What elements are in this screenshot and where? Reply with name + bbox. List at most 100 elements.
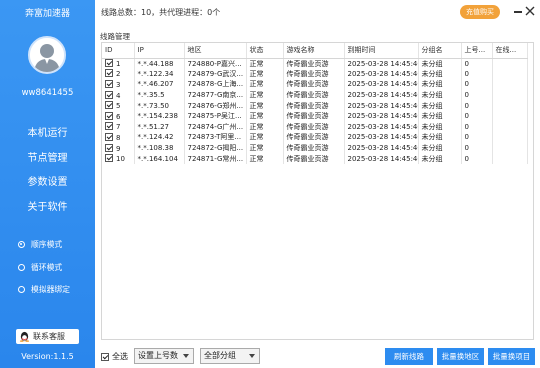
- group-cell: 未分组: [418, 132, 462, 143]
- mode-emulator-binding[interactable]: 模拟器绑定: [18, 284, 70, 295]
- table-row[interactable]: 7 *.*.51.27 724874-G广州... 正常 传奇霸业页游 2025-03-2…: [102, 121, 528, 133]
- row-id-label: 9: [116, 144, 121, 153]
- batch-switch-region-button[interactable]: 批量换地区: [437, 348, 484, 365]
- nav-parameter-settings[interactable]: 参数设置: [0, 173, 95, 188]
- column-header[interactable]: 到期时间: [344, 43, 419, 59]
- batch-switch-project-button[interactable]: 批量换项目: [488, 348, 535, 365]
- expiry-cell: 2025-03-28 14:45:46: [344, 142, 419, 154]
- group-cell: 未分组: [418, 142, 462, 154]
- nav-node-management[interactable]: 节点管理: [0, 149, 95, 164]
- row-id-label: 4: [116, 91, 121, 100]
- group-filter-select[interactable]: 全部分组: [200, 348, 260, 364]
- row-id-label: 6: [116, 112, 121, 121]
- row-checkbox[interactable]: [105, 59, 113, 68]
- refresh-lines-button[interactable]: 刷新线路: [385, 348, 433, 365]
- online-cell: [492, 58, 528, 69]
- close-icon[interactable]: [524, 5, 536, 17]
- expiry-cell: 2025-03-28 14:45:46: [344, 89, 419, 101]
- table-row[interactable]: 3 *.*.46.207 724878-G上海... 正常 传奇霸业页游 2025-03-…: [102, 79, 528, 90]
- status-cell: 正常: [246, 79, 284, 90]
- row-checkbox[interactable]: [105, 101, 113, 110]
- online-cell: [492, 132, 528, 143]
- app-title: 奔富加速器: [24, 9, 70, 19]
- nav-local-run[interactable]: 本机运行: [0, 124, 95, 139]
- mode-sequential[interactable]: 顺序模式: [18, 239, 62, 250]
- group-cell: 未分组: [418, 110, 462, 122]
- login-count-cell: 0: [461, 132, 493, 143]
- status-cell: 正常: [246, 89, 284, 101]
- expiry-cell: 2025-03-28 14:45:46: [344, 100, 419, 111]
- mode-loop-label: 循环模式: [31, 263, 63, 272]
- contact-support-button[interactable]: 联系客服: [16, 329, 79, 344]
- status-cell: 正常: [246, 142, 284, 154]
- region-cell: 724875-P吴江...: [184, 110, 247, 122]
- radio-icon: [18, 286, 25, 293]
- region-cell: 724879-G武汉...: [184, 68, 247, 80]
- minimize-icon[interactable]: [514, 11, 522, 13]
- table-row[interactable]: 5 *.*.73.50 724876-G郑州... 正常 传奇霸业页游 2025-03-2…: [102, 100, 528, 111]
- column-header[interactable]: 地区: [184, 43, 247, 59]
- row-id-label: 3: [116, 80, 121, 89]
- ip-cell: *.*.124.42: [134, 132, 185, 143]
- login-count-cell: 0: [461, 89, 493, 101]
- chevron-down-icon: [183, 354, 189, 358]
- group-cell: 未分组: [418, 58, 462, 69]
- table-row[interactable]: 2 *.*.122.34 724879-G武汉... 正常 传奇霸业页游 2025-03-…: [102, 68, 528, 80]
- row-id-label: 10: [116, 155, 125, 164]
- row-checkbox[interactable]: [105, 132, 113, 141]
- column-header[interactable]: 分组名: [418, 43, 462, 59]
- table-row[interactable]: 6 *.*.154.238 724875-P吴江... 正常 传奇霸业页游 2025-03…: [102, 110, 528, 122]
- ip-cell: *.*.44.188: [134, 58, 185, 69]
- user-avatar-icon: [30, 38, 64, 72]
- select-all-checkbox[interactable]: 全选: [101, 351, 128, 362]
- expiry-cell: 2025-03-28 14:45:46: [344, 121, 419, 133]
- sidebar: 奔富加速器 ww8641455 本机运行 节点管理 参数设置 关于软件 顺序模式…: [0, 0, 95, 368]
- row-checkbox[interactable]: [105, 122, 113, 131]
- table-row[interactable]: 1 *.*.44.188 724880-P嘉兴... 正常 传奇霸业页游 2025-03-…: [102, 58, 528, 69]
- column-header[interactable]: ID: [102, 43, 135, 59]
- status-cell: 正常: [246, 68, 284, 80]
- row-checkbox[interactable]: [105, 143, 113, 152]
- status-cell: 正常: [246, 58, 284, 69]
- ip-cell: *.*.154.238: [134, 110, 185, 122]
- login-count-cell: 0: [461, 153, 493, 164]
- online-cell: [492, 68, 528, 80]
- column-header[interactable]: 上号...: [461, 43, 493, 59]
- column-header[interactable]: 游戏名称: [283, 43, 345, 59]
- recharge-button[interactable]: 充值购买: [460, 5, 500, 19]
- column-header[interactable]: IP: [134, 43, 185, 59]
- row-checkbox[interactable]: [105, 69, 113, 78]
- mode-loop[interactable]: 循环模式: [18, 262, 62, 273]
- set-login-count-value: 设置上号数: [138, 351, 178, 360]
- column-header[interactable]: 在线...: [492, 43, 528, 59]
- login-count-cell: 0: [461, 142, 493, 154]
- region-cell: 724876-G郑州...: [184, 100, 247, 111]
- table-row[interactable]: 10 *.*.164.104 724871-G常州... 正常 传奇霸业页游 2025-0…: [102, 153, 528, 164]
- online-cell: [492, 142, 528, 154]
- table-row[interactable]: 8 *.*.124.42 724873-T阿里... 正常 传奇霸业页游 2025-03-…: [102, 132, 528, 143]
- set-login-count-select[interactable]: 设置上号数: [134, 348, 194, 364]
- row-checkbox[interactable]: [105, 154, 113, 163]
- avatar[interactable]: [28, 36, 66, 74]
- online-cell: [492, 121, 528, 133]
- mode-emulator-label: 模拟器绑定: [31, 285, 70, 294]
- checkbox-checked-icon: [101, 352, 109, 361]
- status-cell: 正常: [246, 132, 284, 143]
- row-checkbox[interactable]: [105, 111, 113, 120]
- login-count-cell: 0: [461, 79, 493, 90]
- row-checkbox[interactable]: [105, 90, 113, 99]
- nav-about-software[interactable]: 关于软件: [0, 198, 95, 213]
- ip-cell: *.*.46.207: [134, 79, 185, 90]
- online-cell: [492, 110, 528, 122]
- version-label: Version:1.1.5: [21, 352, 74, 361]
- table-row[interactable]: 9 *.*.108.38 724872-G揭阳... 正常 传奇霸业页游 2025-03-…: [102, 142, 528, 154]
- row-id-cell: 8: [102, 132, 135, 143]
- column-header[interactable]: 状态: [246, 43, 284, 59]
- game-name-cell: 传奇霸业页游: [283, 68, 345, 80]
- row-checkbox[interactable]: [105, 79, 113, 88]
- table-body: 1 *.*.44.188 724880-P嘉兴... 正常 传奇霸业页游 2025-03-…: [102, 58, 528, 164]
- ip-cell: *.*.108.38: [134, 142, 185, 154]
- table-row[interactable]: 4 *.*.35.5 724877-G南京... 正常 传奇霸业页游 2025-03-28…: [102, 89, 528, 101]
- ip-cell: *.*.35.5: [134, 89, 185, 101]
- region-cell: 724878-G上海...: [184, 79, 247, 90]
